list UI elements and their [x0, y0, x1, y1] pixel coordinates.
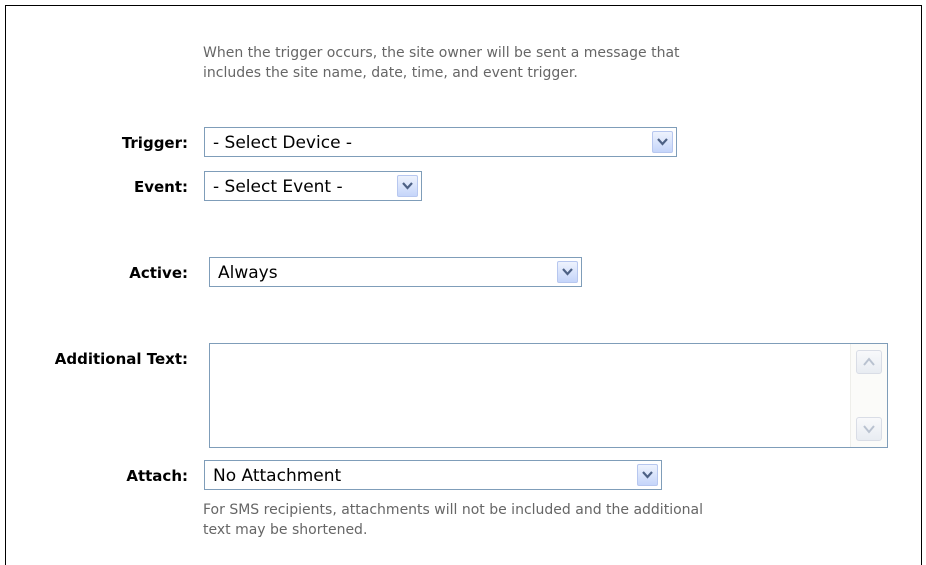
chevron-down-icon[interactable] [637, 464, 658, 486]
scroll-up-icon[interactable] [856, 350, 882, 374]
trigger-select[interactable]: - Select Device - [204, 127, 677, 157]
chevron-down-icon[interactable] [397, 175, 418, 197]
active-select[interactable]: Always [209, 257, 582, 287]
chevron-down-icon[interactable] [652, 131, 673, 153]
sms-note-line-1: For SMS recipients, attachments will not… [203, 502, 703, 518]
sms-note-line-2: text may be shortened. [203, 522, 368, 538]
event-select-value: - Select Event - [213, 177, 343, 197]
scroll-down-icon[interactable] [856, 417, 882, 441]
trigger-info-line-1: When the trigger occurs, the site owner … [203, 45, 680, 61]
form-panel: When the trigger occurs, the site owner … [5, 5, 922, 565]
additional-text-label: Additional Text: [54, 350, 188, 368]
sms-note-text: For SMS recipients, attachments will not… [203, 500, 703, 540]
trigger-info-text: When the trigger occurs, the site owner … [203, 43, 680, 83]
attach-select-value: No Attachment [213, 466, 342, 486]
trigger-label: Trigger: [121, 134, 188, 152]
vertical-scrollbar[interactable] [850, 344, 887, 447]
trigger-select-value: - Select Device - [213, 133, 353, 153]
active-select-value: Always [218, 263, 278, 283]
additional-text-textarea[interactable] [209, 343, 888, 448]
event-label: Event: [133, 178, 188, 196]
attach-select[interactable]: No Attachment [204, 460, 662, 490]
attach-label: Attach: [126, 467, 188, 485]
trigger-info-line-2: includes the site name, date, time, and … [203, 65, 578, 81]
event-select[interactable]: - Select Event - [204, 171, 422, 201]
chevron-down-icon[interactable] [557, 261, 578, 283]
active-label: Active: [129, 264, 188, 282]
